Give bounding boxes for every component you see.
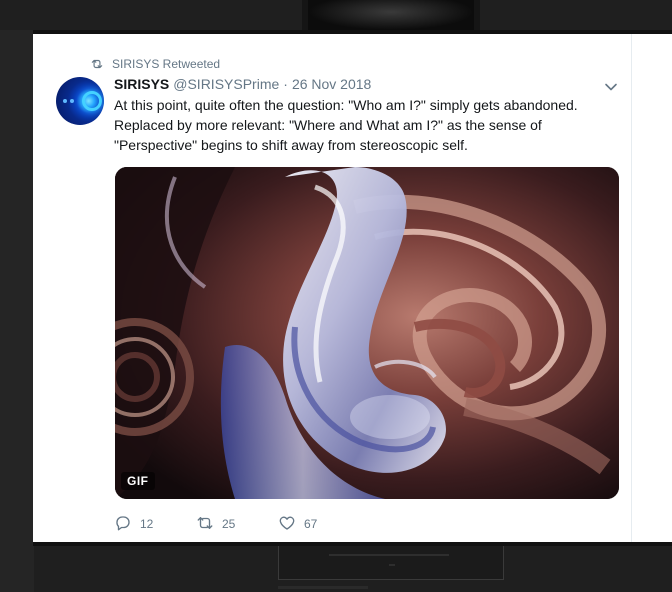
user-handle[interactable]: @SIRISYSPrime xyxy=(173,76,279,92)
tweet-actions: 12 25 67 xyxy=(114,514,338,534)
retweet-notice[interactable]: SIRISYS Retweeted xyxy=(56,56,220,72)
avatar[interactable] xyxy=(56,77,104,125)
retweet-icon xyxy=(196,514,214,535)
divider xyxy=(631,34,632,542)
reply-button[interactable]: 12 xyxy=(114,514,196,535)
gif-frame xyxy=(115,167,619,499)
background-text xyxy=(278,586,368,589)
retweet-icon xyxy=(56,57,104,71)
separator: · xyxy=(283,76,288,92)
tweet-date[interactable]: 26 Nov 2018 xyxy=(292,76,371,92)
tweet-text: At this point, quite often the question:… xyxy=(114,97,578,153)
retweet-notice-label: SIRISYS Retweeted xyxy=(112,57,221,71)
like-button[interactable]: 67 xyxy=(278,514,338,535)
background-card-top xyxy=(302,0,480,30)
like-count: 67 xyxy=(304,517,318,531)
heart-icon xyxy=(278,514,296,535)
chevron-down-icon[interactable] xyxy=(604,80,618,92)
tweet-header: SIRISYS @SIRISYSPrime · 26 Nov 2018 xyxy=(114,76,371,94)
retweet-button[interactable]: 25 xyxy=(196,514,278,535)
background-strip xyxy=(0,30,34,592)
display-name[interactable]: SIRISYS xyxy=(114,76,169,92)
gif-badge: GIF xyxy=(121,472,155,490)
reply-icon xyxy=(114,514,132,535)
background-card-bottom xyxy=(278,546,504,580)
reply-count: 12 xyxy=(140,517,154,531)
retweet-count: 25 xyxy=(222,517,236,531)
gif-media[interactable] xyxy=(115,167,619,499)
